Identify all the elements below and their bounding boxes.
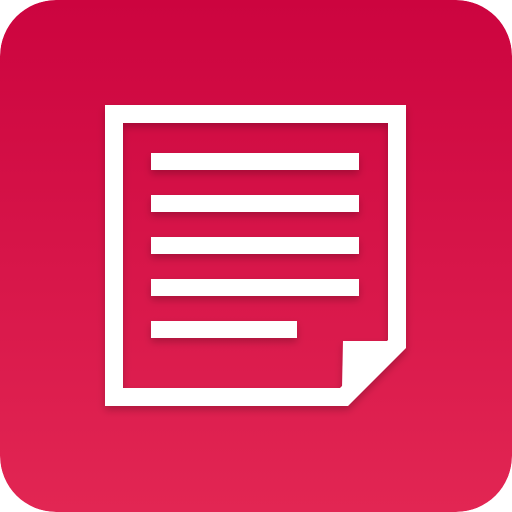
icon-background: [0, 0, 512, 512]
app-icon[interactable]: [0, 0, 512, 512]
text-line: [151, 237, 359, 254]
text-line: [151, 195, 359, 212]
document-note-icon: [0, 0, 512, 512]
text-line: [151, 153, 359, 170]
text-line: [151, 279, 359, 296]
text-line: [151, 321, 297, 338]
